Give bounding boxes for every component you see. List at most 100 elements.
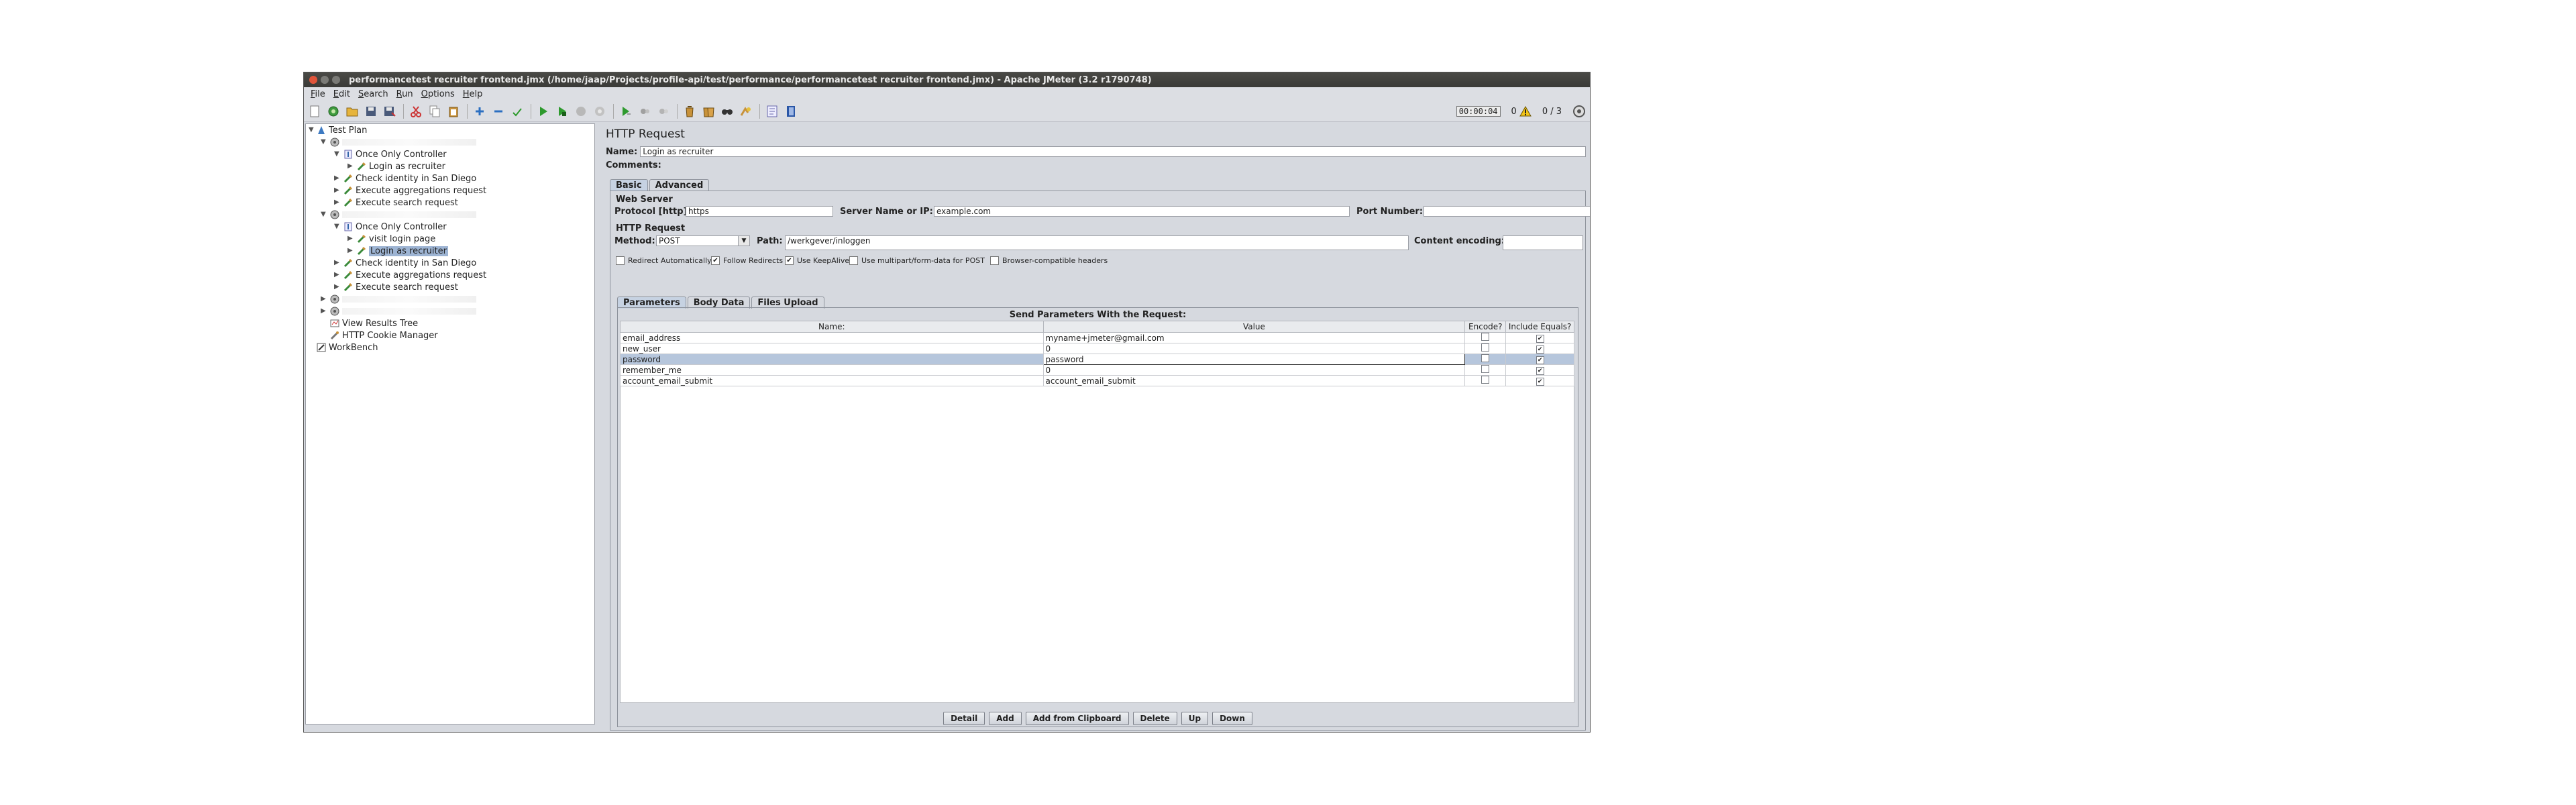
expand-toggle-icon[interactable]: ▶ <box>334 174 339 182</box>
tree-node-execute-aggregations[interactable]: Execute aggregations request <box>343 269 486 281</box>
down-button[interactable]: Down <box>1212 712 1252 725</box>
param-value[interactable]: 0 <box>1042 364 1466 376</box>
delete-button[interactable]: Delete <box>1132 712 1177 725</box>
warning-count-area[interactable]: 0 <box>1511 106 1532 117</box>
include-equals-cell[interactable]: ✔ <box>1505 364 1574 376</box>
tab-basic[interactable]: Basic <box>610 179 648 191</box>
paste-icon[interactable] <box>445 103 462 119</box>
minimize-window-icon[interactable] <box>321 76 329 84</box>
copy-icon[interactable] <box>427 103 443 119</box>
column-header-include-equals[interactable]: Include Equals? <box>1505 321 1574 333</box>
encode-cell[interactable] <box>1464 332 1507 343</box>
start-no-pauses-icon[interactable] <box>554 103 570 119</box>
tree-node-check-identity[interactable]: Check identity in San Diego <box>343 172 476 184</box>
include-equals-cell[interactable]: ✔ <box>1505 375 1574 386</box>
column-header-name[interactable]: Name: <box>620 321 1044 333</box>
collapse-toggle-icon[interactable]: ▼ <box>309 126 314 133</box>
expand-toggle-icon[interactable]: ▶ <box>334 259 339 266</box>
menu-edit[interactable]: Edit <box>333 89 350 99</box>
tree-node-cookie-manager[interactable]: HTTP Cookie Manager <box>330 329 438 341</box>
clear-icon[interactable] <box>682 103 698 119</box>
multipart-checkbox[interactable]: Use multipart/form-data for POST <box>849 256 985 265</box>
tree-node-thread-group-1[interactable] <box>330 136 476 148</box>
add-from-clipboard-button[interactable]: Add from Clipboard <box>1025 712 1129 725</box>
new-icon[interactable] <box>307 103 323 119</box>
encode-cell[interactable] <box>1464 375 1507 386</box>
tree-node-view-results-tree[interactable]: View Results Tree <box>330 317 418 329</box>
search-icon[interactable] <box>719 103 735 119</box>
expand-toggle-icon[interactable]: ▶ <box>347 247 353 254</box>
param-name[interactable]: account_email_submit <box>620 375 1044 386</box>
menu-search[interactable]: Search <box>358 89 388 99</box>
column-header-value[interactable]: Value <box>1042 321 1466 333</box>
expand-toggle-icon[interactable]: ▶ <box>347 162 353 170</box>
table-row[interactable]: remember_me 0 ✔ <box>620 364 1574 376</box>
expand-toggle-icon[interactable]: ▶ <box>334 283 339 290</box>
name-input[interactable]: Login as recruiter <box>640 146 1587 157</box>
tree-node-thread-group-2[interactable] <box>330 209 476 221</box>
expand-toggle-icon[interactable]: ▶ <box>347 235 353 242</box>
close-window-icon[interactable] <box>309 76 317 84</box>
include-equals-cell[interactable]: ✔ <box>1505 332 1574 343</box>
param-name[interactable]: new_user <box>620 343 1044 354</box>
use-keepalive-checkbox[interactable]: ✔ Use KeepAlive <box>785 256 849 265</box>
encode-checkbox[interactable] <box>1481 333 1490 341</box>
tree-node-thread-group-4[interactable] <box>330 305 476 317</box>
remote-shutdown-icon[interactable] <box>655 103 672 119</box>
clear-all-icon[interactable] <box>700 103 716 119</box>
tree-node-execute-search[interactable]: Execute search request <box>343 281 458 293</box>
menu-file[interactable]: File <box>311 89 325 99</box>
include-equals-checkbox[interactable]: ✔ <box>1536 367 1544 375</box>
include-equals-checkbox[interactable]: ✔ <box>1536 335 1544 343</box>
tree-node-check-identity[interactable]: Check identity in San Diego <box>343 257 476 269</box>
expand-icon[interactable] <box>472 103 488 119</box>
server-input[interactable]: example.com <box>934 206 1350 217</box>
include-equals-cell[interactable]: ✔ <box>1505 354 1574 365</box>
path-input[interactable]: /werkgever/inloggen <box>785 235 1409 250</box>
collapse-toggle-icon[interactable]: ▼ <box>321 211 326 218</box>
expand-toggle-icon[interactable]: ▶ <box>334 186 339 194</box>
tree-node-once-only-controller[interactable]: Once Only Controller <box>343 221 447 233</box>
tree-node-test-plan[interactable]: Test Plan <box>317 124 367 136</box>
collapse-icon[interactable] <box>490 103 506 119</box>
save-as-icon[interactable] <box>382 103 398 119</box>
function-helper-icon[interactable] <box>764 103 780 119</box>
encoding-input[interactable] <box>1503 235 1583 250</box>
param-value[interactable]: 0 <box>1042 343 1466 354</box>
tree-node-workbench[interactable]: WorkBench <box>317 341 378 354</box>
encode-checkbox[interactable] <box>1481 354 1490 362</box>
table-row[interactable]: account_email_submit account_email_submi… <box>620 375 1574 386</box>
collapse-toggle-icon[interactable]: ▼ <box>334 223 339 230</box>
start-icon[interactable] <box>535 103 551 119</box>
tree-node-execute-aggregations[interactable]: Execute aggregations request <box>343 184 486 197</box>
reset-search-icon[interactable] <box>738 103 754 119</box>
param-value-editing[interactable]: password <box>1042 354 1466 365</box>
shutdown-icon[interactable] <box>592 103 608 119</box>
tree-node-thread-group-3[interactable] <box>330 293 476 305</box>
toggle-icon[interactable] <box>509 103 525 119</box>
tree-node-execute-search[interactable]: Execute search request <box>343 197 458 209</box>
protocol-input[interactable]: https <box>686 206 833 217</box>
encode-cell[interactable] <box>1464 354 1507 365</box>
param-name[interactable]: email_address <box>620 332 1044 343</box>
include-equals-checkbox[interactable]: ✔ <box>1536 345 1544 354</box>
tree-node-login-selected[interactable]: Login as recruiter <box>357 245 448 257</box>
expand-toggle-icon[interactable]: ▶ <box>321 295 326 303</box>
cut-icon[interactable] <box>408 103 424 119</box>
param-name[interactable]: password <box>620 354 1044 365</box>
include-equals-checkbox[interactable]: ✔ <box>1536 356 1544 364</box>
table-row[interactable]: email_address myname+jmeter@gmail.com ✔ <box>620 332 1574 343</box>
help-icon[interactable] <box>783 103 799 119</box>
param-value[interactable]: myname+jmeter@gmail.com <box>1042 332 1466 343</box>
tree-node-login[interactable]: Login as recruiter <box>357 160 445 172</box>
browser-compatible-checkbox[interactable]: Browser-compatible headers <box>990 256 1108 265</box>
follow-redirects-checkbox[interactable]: ✔ Follow Redirects <box>711 256 783 265</box>
param-name[interactable]: remember_me <box>620 364 1044 376</box>
encode-cell[interactable] <box>1464 364 1507 376</box>
include-equals-cell[interactable]: ✔ <box>1505 343 1574 354</box>
menu-options[interactable]: Options <box>421 89 455 99</box>
menu-run[interactable]: Run <box>396 89 413 99</box>
templates-icon[interactable] <box>325 103 341 119</box>
expand-toggle-icon[interactable]: ▶ <box>334 271 339 278</box>
method-select[interactable]: POST ▼ <box>656 235 750 246</box>
